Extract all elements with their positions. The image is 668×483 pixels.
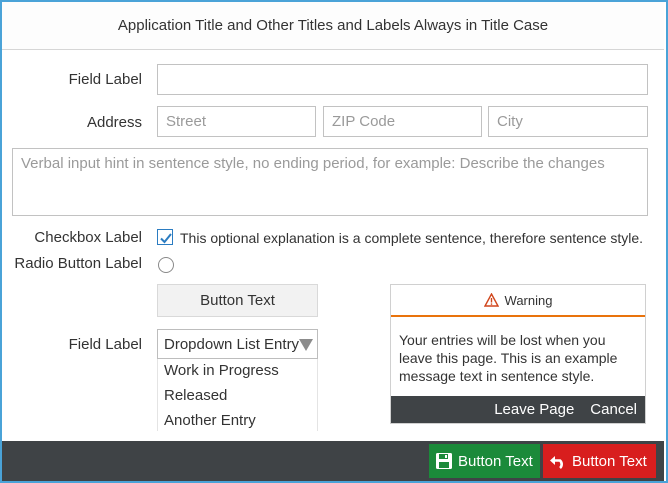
cancel-button[interactable]: Cancel [590,401,637,418]
checkbox-explanation: This optional explanation is a complete … [180,230,644,246]
dialog-footer: Leave Page Cancel [391,396,645,423]
undo-arrow-icon [550,456,563,469]
leave-page-button[interactable]: Leave Page [494,401,574,418]
dropdown-option[interactable]: Released [158,384,317,409]
street-input[interactable]: Street [157,106,316,137]
warning-triangle-icon [483,293,499,307]
page-title: Application Title and Other Titles and L… [2,2,664,50]
dialog-header: Warning [391,285,645,317]
warning-dialog: Warning Your entries will be lost when y… [390,284,646,424]
zip-input[interactable]: ZIP Code [323,106,482,137]
floppy-disk-icon [436,453,452,469]
textarea-placeholder: Verbal input hint in sentence style, no … [21,155,605,172]
dropdown-label: Field Label [68,336,142,353]
undo-button[interactable]: Button Text [543,444,656,478]
dropdown-select[interactable]: Dropdown List Entry [157,329,318,359]
undo-button-label: Button Text [572,452,647,470]
radio-label: Radio Button Label [14,255,142,272]
page-title-text: Application Title and Other Titles and L… [117,17,549,34]
dropdown-list: Work in Progress Released Another Entry [157,359,318,431]
city-input[interactable]: City [488,106,648,137]
hint-textarea[interactable]: Verbal input hint in sentence style, no … [12,148,648,216]
field-input[interactable] [157,64,648,95]
radio-button[interactable] [158,257,174,273]
dropdown-selected-value: Dropdown List Entry [164,335,300,353]
secondary-button[interactable]: Button Text [157,284,318,317]
dropdown-option[interactable]: Another Entry [158,409,317,434]
field-label: Field Label [68,71,142,88]
address-label: Address [86,114,142,131]
checkbox-label: Checkbox Label [34,229,142,246]
dropdown-arrow-icon[interactable] [299,339,313,351]
dialog-title: Warning [504,292,553,308]
checkmark-icon [160,233,172,244]
dialog-message: Your entries will be lost when you leave… [399,332,618,384]
save-button[interactable]: Button Text [429,444,540,478]
checkbox[interactable] [157,229,173,245]
dropdown-option[interactable]: Work in Progress [158,359,317,384]
save-button-label: Button Text [458,452,533,470]
